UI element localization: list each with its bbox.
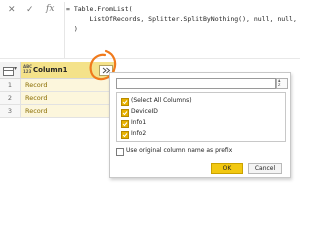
cancel-formula-icon[interactable]: ✕ (8, 5, 16, 15)
column-list[interactable]: (Select All Columns) DeviceID Info1 Info… (116, 92, 286, 142)
cancel-button[interactable]: Cancel (248, 163, 282, 174)
check-icon (122, 100, 128, 105)
column-item-label: DeviceID (131, 108, 158, 115)
checkbox-checked[interactable] (121, 131, 129, 139)
table-row: 2 Record (0, 92, 114, 105)
checkbox-checked[interactable] (121, 109, 129, 117)
column-item-label: Info1 (131, 119, 147, 126)
record-cell[interactable]: Record (20, 105, 114, 117)
prefix-checkbox[interactable] (116, 148, 124, 156)
table-icon[interactable] (3, 67, 14, 76)
confirm-formula-icon[interactable]: ✓ (26, 5, 34, 15)
check-icon (122, 111, 128, 116)
column-item-label: (Select All Columns) (131, 97, 192, 104)
column-name: Column1 (33, 66, 68, 74)
sort-arrow-icon: ↓ (278, 79, 281, 83)
sort-button[interactable]: A Z ↓ (276, 78, 288, 89)
table-row: 3 Record (0, 105, 114, 118)
column-item-label: Info2 (131, 130, 147, 137)
row-number: 3 (0, 105, 20, 117)
column-type-icon[interactable]: ABC 123 (23, 64, 32, 74)
column-search-input[interactable] (116, 78, 276, 89)
row-number: 2 (0, 92, 20, 104)
formula-divider (64, 2, 65, 58)
fx-icon[interactable]: fx (46, 4, 54, 14)
checkbox-checked[interactable] (121, 98, 129, 106)
check-icon (122, 133, 128, 138)
check-icon (122, 122, 128, 127)
prefix-label: Use original column name as prefix (126, 147, 233, 154)
ok-button[interactable]: OK (211, 163, 243, 174)
expand-columns-popup: A Z ↓ (Select All Columns) DeviceID Info… (109, 72, 291, 178)
record-cell[interactable]: Record (20, 92, 114, 104)
formula-toolbar: ✕ ✓ fx (0, 0, 64, 22)
chevron-down-icon[interactable]: ▾ (14, 65, 17, 72)
checkbox-checked[interactable] (121, 120, 129, 128)
formula-bar-border (0, 58, 300, 59)
row-number: 1 (0, 79, 20, 91)
